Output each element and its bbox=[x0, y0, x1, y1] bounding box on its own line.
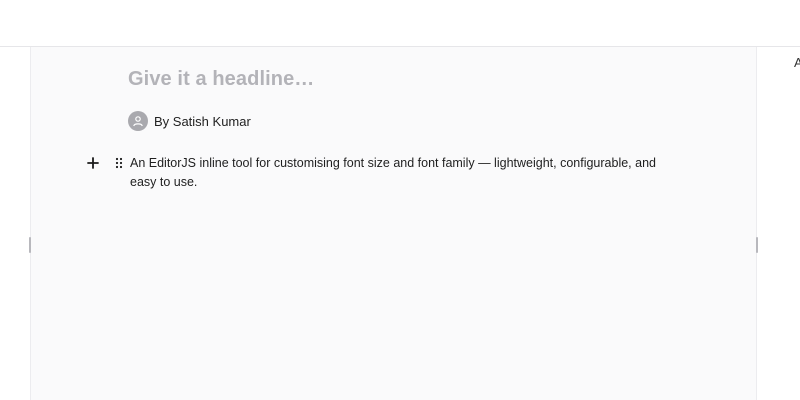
drag-handle-icon[interactable] bbox=[112, 155, 126, 171]
top-bar bbox=[0, 0, 800, 47]
block-toolbar bbox=[86, 155, 126, 171]
user-icon bbox=[128, 111, 148, 131]
headline-input[interactable]: Give it a headline… bbox=[128, 68, 314, 91]
right-resize-handle[interactable] bbox=[756, 237, 758, 253]
editor-canvas bbox=[30, 47, 757, 400]
paragraph-block[interactable]: An EditorJS inline tool for customising … bbox=[130, 154, 660, 192]
left-resize-handle[interactable] bbox=[29, 237, 31, 253]
side-panel-clipped-text: A bbox=[794, 55, 800, 70]
author-name: By Satish Kumar bbox=[154, 113, 251, 129]
plus-icon[interactable] bbox=[86, 155, 100, 171]
byline: By Satish Kumar bbox=[128, 111, 251, 131]
